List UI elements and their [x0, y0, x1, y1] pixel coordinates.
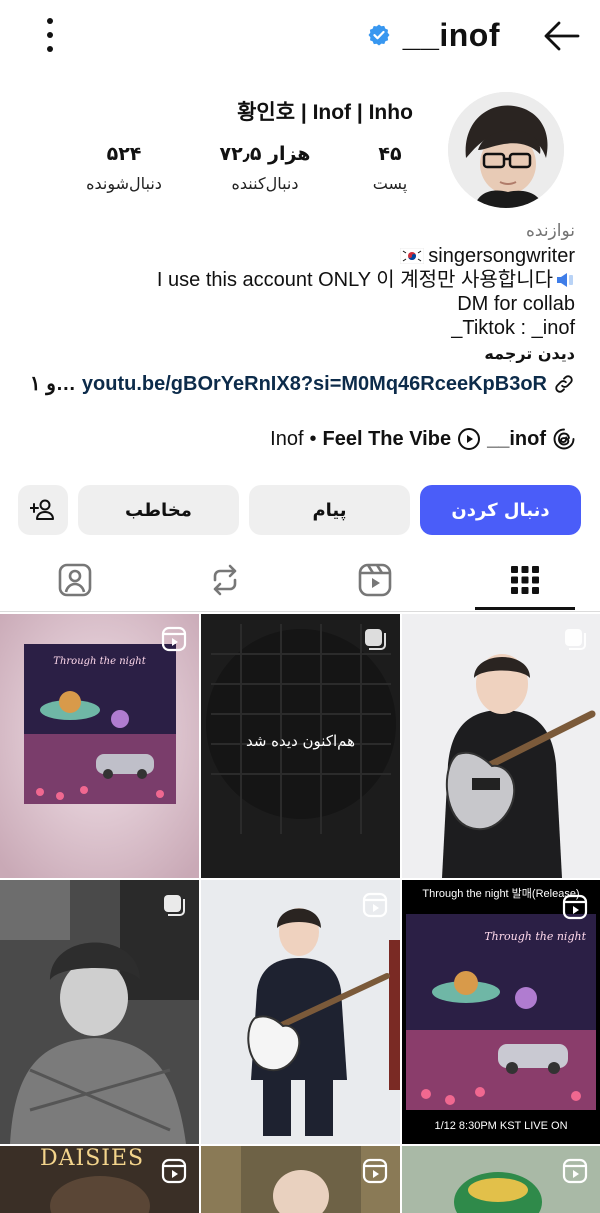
stat-followers-label: دنبال‌کننده	[231, 174, 299, 193]
multi-post-icon	[164, 895, 185, 916]
reel-badge-icon	[562, 1158, 588, 1184]
profile-username: __inof	[402, 16, 500, 53]
grid-item[interactable]	[201, 880, 400, 1144]
meta-name: Inof	[270, 427, 304, 450]
korea-flag-icon	[400, 248, 425, 264]
grid-item[interactable]	[201, 1146, 400, 1213]
stat-posts-label: پست	[372, 174, 408, 193]
verified-badge-icon	[368, 24, 390, 46]
meta-threads-handle[interactable]: __inof	[487, 428, 546, 451]
profile-avatar[interactable]	[448, 92, 564, 208]
grid-item[interactable]: DAISIES	[0, 1146, 199, 1213]
message-button[interactable]: پیام	[249, 485, 410, 535]
more-options-icon[interactable]	[36, 18, 64, 52]
bio-line-1: singersongwriter	[15, 244, 575, 268]
tab-posts-grid[interactable]	[475, 554, 575, 606]
see-translation-link[interactable]: دیدن ترجمه	[15, 340, 575, 368]
reel-badge-icon	[562, 894, 588, 920]
contact-button[interactable]: مخاطب	[78, 485, 239, 535]
play-circle-icon[interactable]	[457, 427, 481, 451]
grid-item[interactable]	[402, 1146, 600, 1213]
tab-reposts[interactable]	[175, 554, 275, 606]
tagged-person-icon	[58, 563, 92, 597]
multi-post-icon	[565, 629, 586, 650]
seen-now-label: هم‌اکنون دیده شد	[245, 732, 356, 750]
reel-badge-icon	[161, 626, 187, 652]
profile-bio: نوازنده singersongwriter I use this acco…	[15, 218, 575, 400]
stat-followers-count: ۷۲٫۵ هزار	[219, 143, 311, 165]
meta-song[interactable]: Feel The Vibe	[323, 428, 452, 451]
threads-icon[interactable]	[552, 427, 576, 451]
multi-post-icon	[365, 629, 386, 650]
tab-reels[interactable]	[325, 554, 425, 606]
stat-following[interactable]: ۵۲۴ دنبال‌شونده	[64, 140, 184, 193]
grid-item[interactable]	[0, 880, 199, 1144]
post-thumbnail	[201, 880, 400, 1144]
profile-tabs	[0, 546, 600, 612]
follow-button[interactable]: دنبال کردن	[420, 485, 581, 535]
add-person-icon	[30, 499, 54, 520]
post-caption-bottom: 1/12 8:30PM KST LIVE ON	[434, 1120, 568, 1132]
profile-meta-row: Inof • Feel The Vibe __inof	[270, 424, 576, 454]
reel-badge-icon	[362, 1158, 388, 1184]
bio-link-row[interactable]: و ۱… youtu.be/gBOrYeRnIX8?si=M0Mq46RceeK…	[15, 368, 575, 400]
bio-line-2-text: I use this account ONLY 이 계정만 사용합니다	[156, 269, 553, 291]
stat-posts[interactable]: ۴۵ پست	[330, 140, 450, 193]
repost-icon	[213, 564, 237, 596]
top-bar: __inof	[0, 0, 600, 72]
bio-line-1-text: singersongwriter	[428, 245, 575, 267]
profile-category: نوازنده	[525, 221, 575, 241]
suggested-users-button[interactable]	[18, 485, 68, 535]
stat-following-count: ۵۲۴	[106, 143, 142, 165]
stat-following-label: دنبال‌شونده	[86, 174, 162, 193]
grid-item[interactable]: Through the night 발매(Release) Through th…	[402, 880, 600, 1144]
active-tab-indicator	[475, 607, 575, 610]
post-thumbnail	[402, 614, 600, 878]
bio-line-4: _Tiktok : _inof	[451, 317, 575, 339]
post-title: Through the night	[53, 656, 146, 667]
stat-followers[interactable]: ۷۲٫۵ هزار دنبال‌کننده	[205, 140, 325, 193]
grid-item[interactable]	[402, 614, 600, 878]
bio-link-url[interactable]: youtu.be/gBOrYeRnIX8?si=M0Mq46RceeKpB3oR	[82, 368, 547, 400]
reels-icon	[358, 563, 392, 597]
link-icon	[555, 375, 573, 393]
avatar-photo	[448, 92, 564, 208]
speaker-icon	[557, 273, 573, 287]
bio-line-2: I use this account ONLY 이 계정만 사용합니다	[15, 268, 575, 292]
reel-badge-icon	[362, 892, 388, 918]
grid-item[interactable]: Through the night	[0, 614, 199, 878]
reel-badge-icon	[161, 1158, 187, 1184]
post-thumbnail	[0, 880, 199, 1144]
stat-posts-count: ۴۵	[378, 143, 402, 165]
username-header: __inof	[367, 12, 500, 58]
bio-line-3: DM for collab	[457, 293, 575, 315]
profile-display-name: 황인호 | Inof | Inho	[237, 101, 413, 124]
meta-separator: •	[309, 427, 317, 450]
tab-tagged[interactable]	[25, 554, 125, 606]
post-title: Through the night	[484, 930, 586, 943]
grid-item[interactable]: هم‌اکنون دیده شد	[201, 614, 400, 878]
post-thumbnail	[0, 614, 199, 878]
bio-link-more[interactable]: و ۱…	[30, 368, 76, 400]
back-arrow-icon[interactable]	[542, 16, 582, 56]
grid-icon	[511, 566, 539, 594]
